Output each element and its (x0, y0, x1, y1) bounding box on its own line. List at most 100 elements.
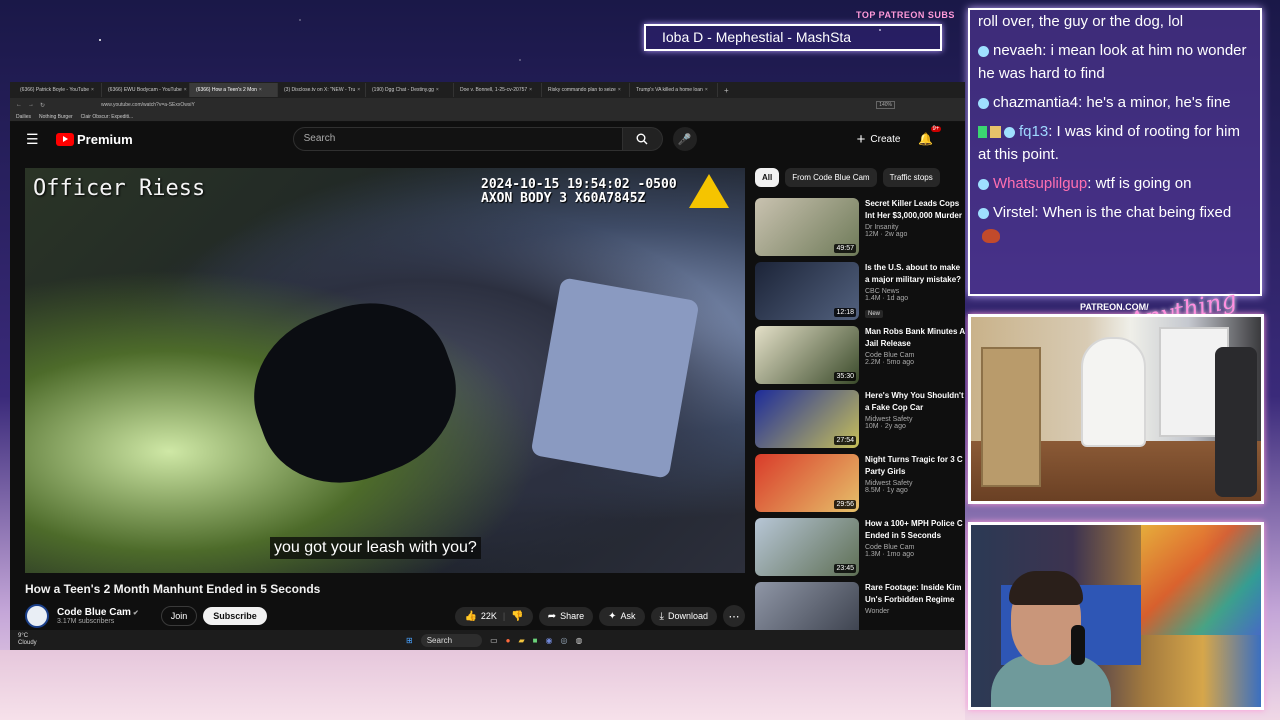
url-field[interactable]: www.youtube.com/watch?v=a-SExxOwsiY (101, 102, 195, 108)
forward-icon[interactable]: → (28, 102, 34, 108)
video-caption: you got your leash with you? (270, 537, 481, 559)
ask-button[interactable]: ✦ Ask (599, 606, 645, 626)
related-title[interactable]: Rare Footage: Inside Kim Un's Forbidden … (865, 582, 965, 606)
room-shelf (981, 347, 1041, 487)
video-thumbnail[interactable]: 29:56 (755, 454, 859, 512)
weather-temp: 9°C (18, 633, 29, 639)
related-channel[interactable]: Midwest Safety (865, 416, 965, 423)
video-thumbnail[interactable]: 23:45 (755, 518, 859, 576)
chip-traffic-stops[interactable]: Traffic stops (882, 168, 940, 187)
related-title[interactable]: Night Turns Tragic for 3 C Party Girls (865, 454, 965, 478)
chip-all[interactable]: All (755, 168, 780, 187)
close-tab-icon[interactable]: × (436, 87, 439, 93)
bodycam-timestamp: 2024-10-15 19:54:02 -0500 AXON BODY 3 X6… (481, 178, 677, 206)
related-title[interactable]: How a 100+ MPH Police C Ended in 5 Secon… (865, 518, 965, 542)
browser-tab-active[interactable]: (6366) How a Teen's 2 Mon × (190, 83, 278, 97)
related-channel[interactable]: Dr Insanity (865, 224, 965, 231)
related-channel[interactable]: Midwest Safety (865, 480, 965, 487)
download-button[interactable]: ⤓ Download (650, 606, 717, 626)
browser-tab[interactable]: (6366) EWU Bodycam - YouTube × (102, 83, 190, 97)
create-button[interactable]: + Create (857, 131, 901, 148)
like-button[interactable]: 👍 22K | 👎 (455, 606, 533, 626)
voice-search-button[interactable]: 🎤 (672, 127, 697, 151)
browser-tab[interactable]: (3) Disclose.tv on X: "NEW - Tru × (278, 83, 366, 97)
youtube-logo[interactable]: Premium (56, 132, 133, 147)
share-button[interactable]: ➦ Share (538, 606, 594, 626)
bookmark-item[interactable]: Dailies (16, 114, 31, 120)
close-tab-icon[interactable]: × (529, 87, 532, 93)
browser-icon[interactable]: ● (506, 636, 511, 645)
video-player[interactable]: Officer Riess 2024-10-15 19:54:02 -0500 … (25, 168, 745, 573)
video-duration: 49:57 (834, 244, 856, 253)
bookmark-item[interactable]: Clair Obscur: Expediti... (81, 114, 134, 120)
windows-start-icon[interactable]: ⊞ (406, 636, 413, 645)
video-duration: 23:45 (834, 564, 856, 573)
obs-icon[interactable]: ◍ (575, 636, 582, 645)
related-title[interactable]: Secret Killer Leads Cops Int Her $3,000,… (865, 198, 965, 222)
address-bar: ← → ↻ www.youtube.com/watch?v=a-SExxOwsi… (10, 98, 965, 112)
related-channel[interactable]: CBC News (865, 288, 965, 295)
youtube-header: ☰ Premium Search 🎤 + Create 🔔 9+ (10, 122, 965, 156)
related-video[interactable]: 27:54 Here's Why You Shouldn't a Fake Co… (755, 390, 965, 450)
channel-avatar[interactable] (25, 604, 49, 628)
close-tab-icon[interactable]: × (357, 87, 360, 93)
discord-icon[interactable]: ◉ (545, 636, 552, 645)
weather-widget[interactable]: 9°C Cloudy (18, 633, 37, 647)
join-button[interactable]: Join (160, 606, 198, 626)
close-tab-icon[interactable]: × (705, 87, 708, 93)
browser-tab[interactable]: (6366) Patrick Boyle - YouTube × (14, 83, 102, 97)
more-actions-button[interactable]: ⋯ (723, 605, 745, 627)
thumbs-down-icon[interactable]: 👎 (511, 611, 523, 622)
video-thumbnail[interactable]: 35:30 (755, 326, 859, 384)
related-video[interactable]: 12:18 Is the U.S. about to make a major … (755, 262, 965, 322)
reload-icon[interactable]: ↻ (40, 102, 45, 109)
chat-message: chazmantia4: he's a minor, he's fine (978, 91, 1252, 114)
close-tab-icon[interactable]: × (91, 87, 94, 93)
video-thumbnail[interactable]: 12:18 (755, 262, 859, 320)
back-icon[interactable]: ← (16, 102, 22, 108)
related-video[interactable]: 35:30 Man Robs Bank Minutes A Jail Relea… (755, 326, 965, 386)
browser-tab[interactable]: Doe v. Bonnell, 1-25-cv-20757 × (454, 83, 542, 97)
youtube-play-icon (56, 132, 74, 146)
notifications-button[interactable]: 🔔 9+ (918, 126, 942, 146)
related-title[interactable]: Man Robs Bank Minutes A Jail Release (865, 326, 965, 350)
related-video[interactable]: 23:45 How a 100+ MPH Police C Ended in 5… (755, 518, 965, 578)
related-title[interactable]: Here's Why You Shouldn't a Fake Cop Car (865, 390, 965, 414)
chip-from-channel[interactable]: From Code Blue Cam (785, 168, 877, 187)
bookmarks-bar: Dailies Nothing Burger Clair Obscur: Exp… (10, 112, 965, 122)
video-thumbnail[interactable]: 27:54 (755, 390, 859, 448)
close-tab-icon[interactable]: × (618, 87, 621, 93)
chat-user-icon (978, 178, 989, 190)
task-view-icon[interactable]: ▭ (490, 636, 498, 645)
chat-message: fq13: I was kind of rooting for him at t… (978, 123, 1240, 163)
zoom-level[interactable]: 140% (876, 101, 895, 109)
weather-desc: Cloudy (18, 640, 37, 646)
search-button[interactable] (622, 127, 663, 151)
related-video[interactable]: 29:56 Night Turns Tragic for 3 C Party G… (755, 454, 965, 514)
related-channel[interactable]: Code Blue Cam (865, 544, 965, 551)
browser-tab[interactable]: Trump's VA killed a home loan × (630, 83, 718, 97)
browser-tab[interactable]: (190) Dgg Chat - Destiny.gg × (366, 83, 454, 97)
related-channel[interactable]: Wonder (865, 608, 965, 615)
video-thumbnail[interactable]: 49:57 (755, 198, 859, 256)
app-icon[interactable]: ■ (533, 636, 538, 645)
related-channel[interactable]: Code Blue Cam (865, 352, 965, 359)
microphone-icon: 🎤 (677, 133, 692, 146)
close-tab-icon[interactable]: × (259, 87, 262, 93)
related-video[interactable]: 49:57 Secret Killer Leads Cops Int Her $… (755, 198, 965, 258)
video-duration: 12:18 (834, 308, 856, 317)
close-tab-icon[interactable]: × (184, 87, 187, 93)
channel-name[interactable]: Code Blue Cam ✔ (57, 607, 139, 618)
browser-tab[interactable]: Risky commando plan to seize × (542, 83, 630, 97)
search-input[interactable]: Search (292, 127, 623, 151)
subscribe-button[interactable]: Subscribe (203, 607, 267, 625)
related-title[interactable]: Is the U.S. about to make a major milita… (865, 262, 965, 286)
related-views: 8.5M · 1y ago (865, 487, 908, 494)
new-tab-icon[interactable]: + (724, 86, 729, 95)
file-explorer-icon[interactable]: ▰ (518, 636, 524, 645)
taskbar-search[interactable]: Search (420, 633, 483, 647)
steam-icon[interactable]: ◎ (560, 636, 567, 645)
bookmark-item[interactable]: Nothing Burger (39, 114, 73, 120)
menu-icon[interactable]: ☰ (26, 131, 39, 148)
share-label: Share (560, 611, 585, 621)
